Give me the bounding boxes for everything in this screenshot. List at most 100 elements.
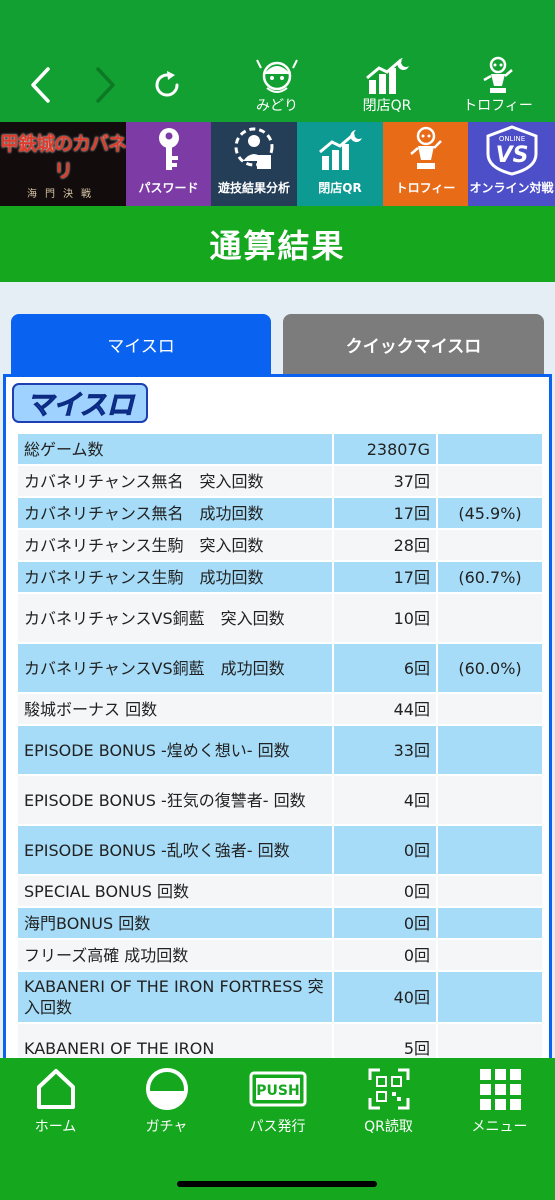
feature-banner-row: 甲鉄城のカバネリ 海門決戦 パスワード 遊技結果分析 閉店QR トロフィー VS… [0, 122, 555, 206]
result-percent [438, 594, 542, 642]
results-table: 総ゲーム数 23807G カバネリチャンス無名 突入回数 37回 カバネリチャンス無名 … [18, 432, 542, 1058]
result-percent [438, 1024, 542, 1058]
result-label: カバネリチャンス生駒 成功回数 [18, 562, 332, 592]
bottom-nav-pass[interactable]: PUSH パス発行 [222, 1066, 333, 1136]
online-battle-banner[interactable]: VS ONLINE オンライン対戦 [468, 122, 555, 206]
bottom-nav-label: メニュー [471, 1119, 528, 1135]
bottom-nav: ホーム ガチャ PUSH パス発行 QR読取 メニュー [0, 1058, 555, 1200]
banner-label: パスワード [138, 181, 199, 195]
game-logo-banner[interactable]: 甲鉄城のカバネリ 海門決戦 [0, 122, 127, 206]
bottom-nav-qr[interactable]: QR読取 [333, 1066, 444, 1136]
bottom-nav-label: ガチャ [145, 1119, 188, 1135]
result-label: カバネリチャンス生駒 突入回数 [18, 530, 332, 560]
closing-qr-banner[interactable]: 閉店QR [297, 122, 383, 206]
result-value: 0回 [332, 826, 438, 874]
result-percent: (45.9%) [438, 498, 542, 528]
online-vs-icon: VS ONLINE [468, 122, 555, 178]
result-label: カバネリチャンス無名 成功回数 [18, 498, 332, 528]
tab-quick-myslot[interactable]: クイックマイスロ [283, 314, 544, 374]
result-row: カバネリチャンス生駒 成功回数 17回 (60.7%) [18, 562, 542, 592]
result-row: カバネリチャンス無名 成功回数 17回 (45.9%) [18, 498, 542, 528]
result-percent [438, 466, 542, 496]
reload-icon[interactable] [150, 68, 184, 102]
trophy-icon [383, 122, 468, 178]
result-row: カバネリチャンス無名 突入回数 37回 [18, 466, 542, 496]
result-value: 5回 [332, 1024, 438, 1058]
result-row: EPISODE BONUS -煌めく想い- 回数 33回 [18, 726, 542, 774]
nav-tab-label: トロフィー [463, 98, 533, 114]
result-label: SPECIAL BONUS 回数 [18, 876, 332, 906]
result-percent [438, 876, 542, 906]
result-label: EPISODE BONUS -狂気の復讐者- 回数 [18, 776, 332, 824]
result-row: 海門BONUS 回数 0回 [18, 908, 542, 938]
result-percent [438, 940, 542, 970]
home-icon [0, 1066, 111, 1112]
bottom-nav-label: ホーム [34, 1119, 77, 1135]
closing-qr-icon [342, 58, 432, 96]
home-indicator[interactable] [177, 1181, 377, 1187]
nav-tab-midori[interactable]: みどり [232, 58, 322, 118]
game-logo-subtitle: 海門決戦 [27, 188, 99, 200]
nav-tab-trophy[interactable]: トロフィー [453, 56, 543, 118]
result-value: 0回 [332, 940, 438, 970]
result-value: 6回 [332, 644, 438, 692]
myslot-logo-text: マイスロ [26, 390, 135, 421]
svg-text:VS: VS [495, 143, 528, 168]
result-row: SPECIAL BONUS 回数 0回 [18, 876, 542, 906]
gacha-icon [111, 1066, 222, 1112]
trophy-icon [453, 56, 543, 96]
banner-label: オンライン対戦 [469, 181, 554, 195]
result-value: 37回 [332, 466, 438, 496]
bottom-nav-menu[interactable]: メニュー [444, 1066, 555, 1136]
back-arrow-icon[interactable] [28, 66, 54, 104]
result-percent [438, 694, 542, 724]
play-analysis-banner[interactable]: 遊技結果分析 [211, 122, 297, 206]
banner-label: トロフィー [395, 181, 456, 195]
nav-tab-label: 閉店QR [362, 98, 412, 114]
forward-arrow-icon[interactable] [92, 66, 118, 104]
closing-qr-icon [297, 122, 383, 178]
bottom-nav-home[interactable]: ホーム [0, 1066, 111, 1136]
result-row: フリーズ高確 成功回数 0回 [18, 940, 542, 970]
tab-myslot[interactable]: マイスロ [11, 314, 271, 374]
result-percent [438, 908, 542, 938]
result-percent [438, 972, 542, 1022]
result-label: フリーズ高確 成功回数 [18, 940, 332, 970]
bottom-nav-label: パス発行 [249, 1119, 306, 1135]
result-row: 駿城ボーナス 回数 44回 [18, 694, 542, 724]
result-value: 10回 [332, 594, 438, 642]
qr-scan-icon [333, 1066, 444, 1112]
password-banner[interactable]: パスワード [126, 122, 211, 206]
result-row: KABANERI OF THE IRON FORTRESS 突入回数 40回 [18, 972, 542, 1022]
result-label: EPISODE BONUS -乱吹く強者- 回数 [18, 826, 332, 874]
result-value: 17回 [332, 562, 438, 592]
push-pass-icon: PUSH [222, 1066, 333, 1112]
page-title: 通算結果 [209, 227, 346, 265]
result-value: 40回 [332, 972, 438, 1022]
result-label: 総ゲーム数 [18, 434, 332, 464]
result-percent [438, 530, 542, 560]
banner-label: 遊技結果分析 [217, 181, 290, 195]
result-label: カバネリチャンスVS銅藍 成功回数 [18, 644, 332, 692]
result-row: EPISODE BONUS -狂気の復讐者- 回数 4回 [18, 776, 542, 824]
result-row: KABANERI OF THE IRON 5回 [18, 1024, 542, 1058]
result-percent [438, 434, 542, 464]
trophy-banner[interactable]: トロフィー [383, 122, 468, 206]
result-row: 総ゲーム数 23807G [18, 434, 542, 464]
key-icon [126, 122, 211, 178]
nav-tab-closing-qr[interactable]: 閉店QR [342, 58, 432, 118]
result-label: KABANERI OF THE IRON FORTRESS 突入回数 [18, 972, 332, 1022]
myslot-logo: マイスロ [12, 381, 150, 425]
result-label: カバネリチャンス無名 突入回数 [18, 466, 332, 496]
result-label: カバネリチャンスVS銅藍 突入回数 [18, 594, 332, 642]
character-icon [232, 58, 322, 96]
result-value: 17回 [332, 498, 438, 528]
nav-tab-label: みどり [256, 98, 298, 114]
analysis-icon [211, 122, 297, 178]
result-label: KABANERI OF THE IRON [18, 1024, 332, 1058]
result-value: 4回 [332, 776, 438, 824]
result-percent [438, 776, 542, 824]
result-value: 33回 [332, 726, 438, 774]
bottom-nav-gacha[interactable]: ガチャ [111, 1066, 222, 1136]
browser-top-nav: みどり 閉店QR トロフィー [0, 0, 555, 122]
